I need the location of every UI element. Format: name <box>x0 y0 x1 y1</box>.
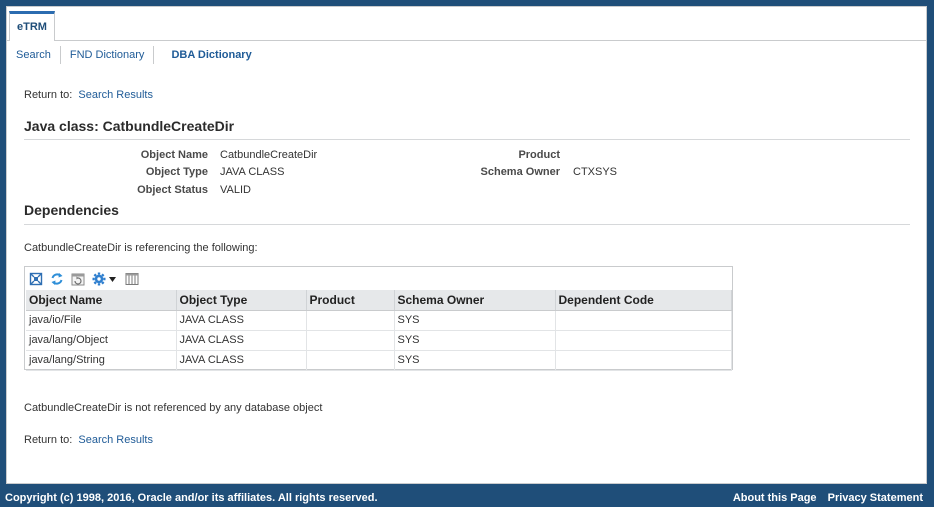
schema-owner-cell: SYS <box>394 310 556 331</box>
product-label: Product <box>518 149 560 161</box>
footer: Copyright (c) 1998, 2016, Oracle and/or … <box>0 485 934 507</box>
column-header-product[interactable]: Product <box>306 290 395 311</box>
return-to-label: Return to: <box>24 434 73 446</box>
copyright-text: Copyright (c) 1998, 2016, Oracle and/or … <box>5 492 378 504</box>
search-results-link[interactable]: Search Results <box>78 434 153 446</box>
columns-icon[interactable] <box>125 272 139 286</box>
column-header-object-name[interactable]: Object Name <box>26 290 177 311</box>
referencing-text: CatbundleCreateDir is referencing the fo… <box>24 242 258 254</box>
tab-bar: eTRM <box>7 7 926 41</box>
privacy-statement-link[interactable]: Privacy Statement <box>828 492 923 504</box>
tab-etrm[interactable]: eTRM <box>9 11 55 41</box>
page-title: Java class: CatbundleCreateDir <box>24 118 910 140</box>
object-type-label: Object Type <box>145 166 208 178</box>
dependent-code-cell <box>555 350 732 371</box>
column-header-object-type[interactable]: Object Type <box>176 290 307 311</box>
object-type-cell: JAVA CLASS <box>176 330 307 351</box>
page-content: eTRM Search FND Dictionary DBA Dictionar… <box>6 6 927 484</box>
object-type-cell: JAVA CLASS <box>176 350 307 371</box>
schema-owner-cell: SYS <box>394 350 556 371</box>
dependent-code-cell <box>555 310 732 331</box>
about-page-link[interactable]: About this Page <box>733 492 817 504</box>
refresh-icon[interactable] <box>50 272 64 286</box>
not-referenced-text: CatbundleCreateDir is not referenced by … <box>24 402 323 414</box>
product-cell <box>306 350 395 371</box>
detach-icon[interactable] <box>29 272 43 286</box>
object-name-link[interactable]: java/lang/String <box>26 350 177 371</box>
column-header-schema-owner[interactable]: Schema Owner <box>394 290 556 311</box>
column-header-dependent-code[interactable]: Dependent Code <box>555 290 732 311</box>
sub-navigation: Search FND Dictionary DBA Dictionary <box>7 44 261 66</box>
gear-icon[interactable] <box>92 272 118 286</box>
object-name-label: Object Name <box>140 149 208 161</box>
object-name-value: CatbundleCreateDir <box>220 149 318 161</box>
nav-fnd-dictionary[interactable]: FND Dictionary <box>61 46 155 64</box>
table-row: java/lang/Object JAVA CLASS SYS <box>26 330 732 351</box>
search-results-link[interactable]: Search Results <box>78 89 153 101</box>
nav-search[interactable]: Search <box>7 46 61 64</box>
dependent-code-cell <box>555 330 732 351</box>
table-row: java/lang/String JAVA CLASS SYS <box>26 350 732 371</box>
product-cell <box>306 310 395 331</box>
object-type-value: JAVA CLASS <box>220 166 285 178</box>
object-name-link[interactable]: java/io/File <box>26 310 177 331</box>
schema-owner-value: CTXSYS <box>573 166 618 178</box>
return-to-bottom: Return to: Search Results <box>24 434 153 446</box>
return-to-label: Return to: <box>24 89 73 101</box>
reset-icon[interactable] <box>71 272 85 286</box>
table-row: java/io/File JAVA CLASS SYS <box>26 310 732 331</box>
object-name-link[interactable]: java/lang/Object <box>26 330 177 351</box>
dependencies-heading: Dependencies <box>24 202 910 225</box>
footer-links: About this Page Privacy Statement <box>725 492 923 504</box>
table-toolbar <box>29 270 139 288</box>
dependencies-table: Object Name Object Type Product Schema O… <box>26 290 732 371</box>
return-to-top: Return to: Search Results <box>24 89 153 101</box>
product-cell <box>306 330 395 351</box>
object-type-cell: JAVA CLASS <box>176 310 307 331</box>
object-status-value: VALID <box>220 184 251 196</box>
nav-dba-dictionary[interactable]: DBA Dictionary <box>154 46 260 64</box>
schema-owner-cell: SYS <box>394 330 556 351</box>
object-status-label: Object Status <box>137 184 208 196</box>
schema-owner-label: Schema Owner <box>480 166 560 178</box>
dependencies-table-panel: Object Name Object Type Product Schema O… <box>24 266 733 371</box>
